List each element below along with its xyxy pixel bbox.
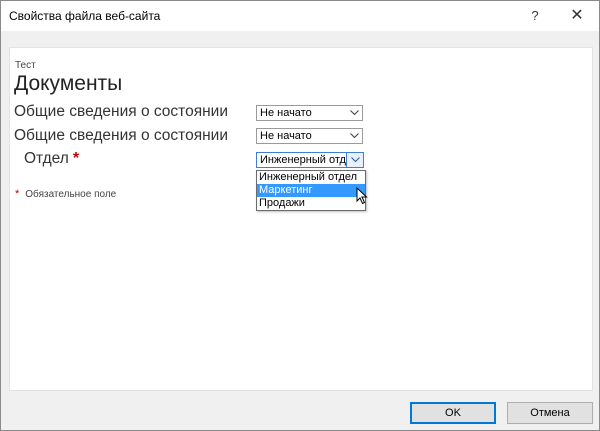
department-select[interactable]: Инженерный отд xyxy=(256,152,364,168)
close-icon: ✕ xyxy=(570,7,584,24)
status-select-2[interactable]: Не начато xyxy=(256,128,363,144)
content-type-label: Тест xyxy=(15,60,36,71)
status-select-1[interactable]: Не начато xyxy=(256,105,363,121)
required-asterisk: * xyxy=(15,188,20,200)
status-field-label-2: Общие сведения о состоянии xyxy=(14,127,228,144)
dropdown-option-sales[interactable]: Продажи xyxy=(257,197,365,210)
window-title: Свойства файла веб-сайта xyxy=(9,9,161,23)
status-field-label-1: Общие сведения о состоянии xyxy=(14,103,228,120)
dropdown-option-marketing[interactable]: Маркетинг xyxy=(257,184,365,197)
mouse-pointer-icon xyxy=(356,187,368,205)
properties-panel: Тест Документы Общие сведения о состояни… xyxy=(9,47,593,391)
library-title: Документы xyxy=(14,72,123,95)
dropdown-option-engineering[interactable]: Инженерный отдел xyxy=(257,171,365,184)
help-button[interactable]: ? xyxy=(515,3,555,29)
chevron-down-icon xyxy=(346,129,362,143)
required-field-note: * Обязательное поле xyxy=(15,188,116,200)
required-note-text: Обязательное поле xyxy=(25,189,117,200)
title-bar: Свойства файла веб-сайта ? ✕ xyxy=(1,1,599,31)
status-select-1-value: Не начато xyxy=(260,107,312,119)
dialog-window: Свойства файла веб-сайта ? ✕ Тест Докуме… xyxy=(0,0,600,431)
status-select-2-value: Не начато xyxy=(260,130,312,142)
department-select-value: Инженерный отд xyxy=(260,154,346,166)
ok-button[interactable]: OK xyxy=(410,402,496,424)
help-icon: ? xyxy=(531,8,539,23)
required-asterisk: * xyxy=(72,150,80,167)
department-label-text: Отдел xyxy=(24,150,69,167)
department-dropdown-list: Инженерный отдел Маркетинг Продажи xyxy=(256,170,366,211)
chevron-down-icon xyxy=(346,106,362,120)
cancel-button[interactable]: Отмена xyxy=(507,402,593,424)
close-button[interactable]: ✕ xyxy=(557,3,597,29)
chevron-down-icon xyxy=(346,153,363,167)
department-field-label: Отдел * xyxy=(24,150,79,168)
